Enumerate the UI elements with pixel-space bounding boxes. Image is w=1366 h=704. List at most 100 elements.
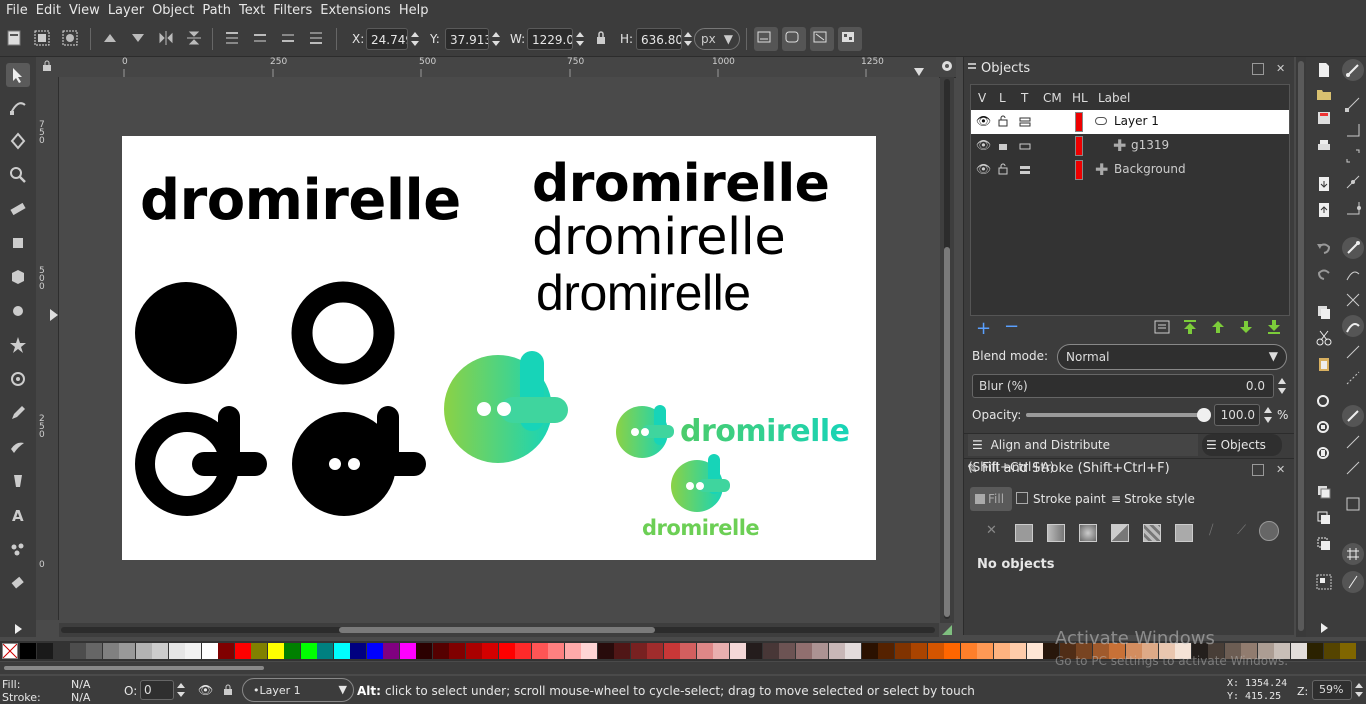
undo-icon[interactable] (1315, 239, 1333, 257)
palette-swatch[interactable] (762, 643, 779, 659)
menu-path[interactable]: Path (198, 0, 235, 22)
bezier-tool-icon[interactable] (8, 131, 28, 151)
snap-toggle-icon[interactable] (1342, 59, 1364, 81)
col-label[interactable]: Label (1098, 91, 1130, 105)
snap-bbox-corners-icon[interactable] (1344, 147, 1362, 165)
expand-commands-icon[interactable] (1315, 619, 1333, 637)
vertical-scroll-thumb[interactable] (944, 247, 950, 617)
palette-swatch[interactable] (399, 643, 416, 659)
unlink-clone-icon[interactable] (1315, 535, 1333, 553)
raise-icon[interactable] (250, 28, 270, 48)
tab-align-distribute[interactable]: ☰ Align and Distribute (Shift+Ctrl+A) (968, 434, 1198, 474)
zoom-stepper[interactable] (1354, 680, 1364, 700)
menu-edit[interactable]: Edit (32, 0, 65, 22)
snap-object-centers-icon[interactable] (1342, 405, 1364, 427)
rotate-ccw-icon[interactable] (100, 28, 120, 48)
rectangle-tool-icon[interactable] (8, 233, 28, 253)
unset-paint-icon[interactable]: ⧸ (1209, 523, 1213, 538)
snap-guides-icon[interactable] (1342, 571, 1364, 593)
snap-intersections-icon[interactable] (1344, 291, 1362, 309)
new-document-icon[interactable] (1315, 61, 1333, 79)
toggle-lock-icon[interactable] (223, 684, 233, 699)
col-visible[interactable]: V (978, 91, 986, 105)
print-icon[interactable] (1315, 137, 1333, 155)
palette-swatch[interactable] (696, 643, 713, 659)
save-document-icon[interactable] (1315, 109, 1333, 127)
palette-swatch[interactable] (597, 643, 614, 659)
palette-swatch[interactable] (350, 643, 366, 659)
h-field[interactable]: 636.805 (636, 28, 682, 50)
move-up-icon[interactable] (1210, 319, 1226, 339)
palette-swatch[interactable] (416, 643, 432, 659)
move-patterns-icon[interactable] (838, 27, 862, 51)
gradient-logo-small-horizontal[interactable] (616, 405, 674, 458)
dock-scrollbar[interactable] (1296, 57, 1306, 637)
palette-swatch[interactable] (317, 643, 333, 659)
snap-nodes-icon[interactable] (1342, 237, 1364, 259)
flip-horizontal-icon[interactable] (156, 28, 176, 48)
calligraphy-tool-icon[interactable] (8, 437, 28, 457)
w-stepper[interactable] (575, 28, 585, 50)
eye-icon[interactable]: 👁 (976, 138, 991, 152)
palette-swatch[interactable] (581, 643, 597, 659)
zoom-drawing-icon[interactable] (1315, 419, 1333, 437)
radial-gradient-icon[interactable] (1079, 524, 1097, 542)
palette-swatch[interactable] (927, 643, 944, 659)
menu-text[interactable]: Text (235, 0, 269, 22)
palette-swatch[interactable] (515, 643, 531, 659)
toggle-visibility-icon[interactable]: 👁 (198, 683, 213, 697)
pattern-icon[interactable] (1143, 524, 1161, 542)
palette-swatch[interactable] (300, 643, 317, 659)
palette-swatch[interactable] (53, 643, 69, 659)
lower-icon[interactable] (278, 28, 298, 48)
opacity-slider-handle[interactable] (1197, 408, 1211, 422)
mesh-gradient-icon[interactable] (1111, 524, 1129, 542)
palette-swatch[interactable] (1307, 643, 1323, 659)
spray-tool-icon[interactable] (8, 539, 28, 559)
zoom-page-icon[interactable] (1315, 445, 1333, 463)
star-tool-icon[interactable] (8, 335, 28, 355)
lock-proportions-icon[interactable] (591, 28, 605, 48)
objects-tree[interactable]: V L T CM HL Label 👁 Layer 1 👁 ✚ g1319 👁 (970, 84, 1290, 316)
palette-swatch[interactable] (894, 643, 911, 659)
selector-tool-icon[interactable] (6, 63, 30, 87)
drawing-canvas[interactable]: dromirelle dromirelle dromirelle dromire… (59, 77, 939, 620)
palette-swatch[interactable] (1290, 643, 1307, 659)
blur-stepper[interactable] (1276, 374, 1288, 398)
move-to-top-icon[interactable] (1182, 319, 1198, 339)
black-logo-mark-eyes[interactable] (292, 406, 426, 516)
x-stepper[interactable] (410, 28, 420, 50)
palette-swatch[interactable] (779, 643, 795, 659)
scale-corners-icon[interactable] (782, 27, 806, 51)
palette-swatch[interactable] (1026, 643, 1043, 659)
paste-icon[interactable] (1315, 355, 1333, 373)
palette-swatch[interactable] (630, 643, 647, 659)
unit-select[interactable]: px ▼ (694, 28, 740, 50)
palette-swatch[interactable] (284, 643, 300, 659)
palette-swatch[interactable] (168, 643, 185, 659)
menu-view[interactable]: View (65, 0, 104, 22)
vertical-scrollbar[interactable] (940, 77, 954, 623)
eraser-tool-icon[interactable] (8, 573, 28, 593)
current-layer-select[interactable]: •Layer 1 ▼ (242, 678, 354, 702)
close-panel-icon[interactable]: ✕ (1276, 62, 1285, 75)
blend-mode-select[interactable]: Normal ▼ (1057, 344, 1287, 370)
import-icon[interactable] (1315, 175, 1333, 193)
snap-cusp-nodes-icon[interactable] (1342, 315, 1364, 337)
palette-swatch[interactable] (960, 643, 977, 659)
horizontal-ruler[interactable]: 0 250 500 750 1000 1250 (36, 57, 956, 78)
menu-layer[interactable]: Layer (104, 0, 148, 22)
no-paint-icon[interactable]: ✕ (986, 523, 997, 538)
palette-swatch[interactable] (614, 643, 630, 659)
palette-swatch[interactable] (911, 643, 927, 659)
x-field[interactable]: 24.749 (366, 28, 408, 50)
redo-icon[interactable] (1315, 265, 1333, 283)
expand-toolbox-icon[interactable] (8, 619, 28, 639)
palette-scroll-thumb[interactable] (4, 666, 264, 670)
palette-swatch[interactable] (861, 643, 878, 659)
add-layer-icon[interactable]: + (976, 318, 991, 339)
palette-swatch[interactable] (663, 643, 680, 659)
fill-rule-evenodd-icon[interactable]: ⟋ (1237, 523, 1246, 538)
snap-paths-icon[interactable] (1344, 265, 1362, 283)
palette-swatch[interactable] (564, 643, 581, 659)
